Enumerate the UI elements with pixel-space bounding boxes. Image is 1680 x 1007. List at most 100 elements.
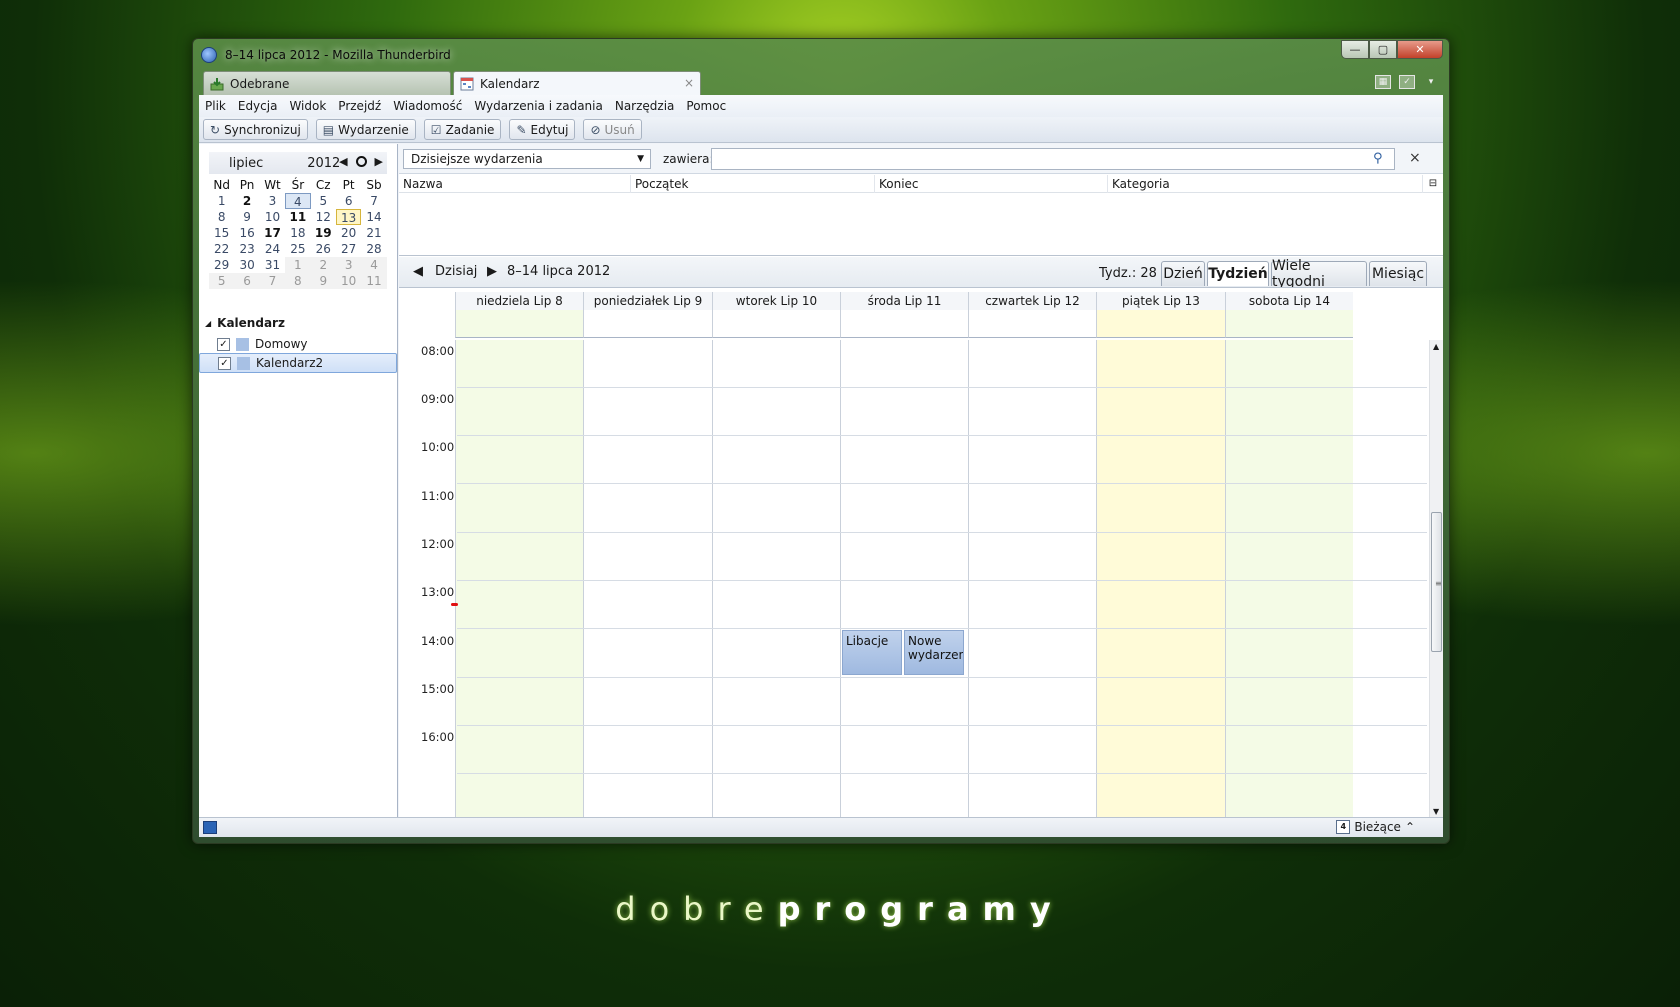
day-cell[interactable]: 22 <box>209 241 234 257</box>
calendar-item-kalendarz2[interactable]: ✓ Kalendarz2 <box>199 353 397 373</box>
chevron-down-icon[interactable]: ▾ <box>1423 75 1439 89</box>
tab-month-view[interactable]: Miesiąc <box>1369 261 1427 286</box>
day-cell[interactable]: 3 <box>260 193 285 209</box>
day-cell[interactable]: 7 <box>361 193 386 209</box>
day-cell[interactable]: 8 <box>209 209 234 225</box>
event-filter-select[interactable]: Dzisiejsze wydarzenia ▼ <box>403 149 651 169</box>
close-button[interactable]: ✕ <box>1397 40 1443 59</box>
task-view-icon[interactable]: ✓ <box>1399 75 1415 89</box>
day-cell[interactable]: 11 <box>285 209 310 225</box>
day-cell[interactable]: 30 <box>234 257 259 273</box>
next-week-icon[interactable]: ▶ <box>487 264 497 279</box>
day-cell-other-month[interactable]: 4 <box>361 257 387 273</box>
day-header[interactable]: wtorek Lip 10 <box>712 292 840 310</box>
day-cell[interactable]: 28 <box>361 241 386 257</box>
day-header[interactable]: poniedziałek Lip 9 <box>583 292 712 310</box>
allday-cell[interactable] <box>968 310 1096 338</box>
day-cell-other-month[interactable]: 5 <box>209 273 235 289</box>
day-cell-today[interactable]: 13 <box>335 209 362 225</box>
day-cell-other-month[interactable]: 10 <box>335 273 362 289</box>
menu-view[interactable]: Widok <box>289 99 326 113</box>
day-header[interactable]: czwartek Lip 12 <box>968 292 1096 310</box>
tab-calendar[interactable]: Kalendarz × <box>453 71 701 95</box>
day-header[interactable]: piątek Lip 13 <box>1096 292 1225 310</box>
day-cell[interactable]: 18 <box>285 225 310 241</box>
day-cell[interactable]: 23 <box>234 241 259 257</box>
today-button[interactable]: Dzisiaj <box>435 264 477 279</box>
menu-events-tasks[interactable]: Wydarzenia i zadania <box>474 99 603 113</box>
day-cell[interactable]: 25 <box>285 241 310 257</box>
tab-week-view[interactable]: Tydzień <box>1207 261 1269 286</box>
menu-edit[interactable]: Edycja <box>238 99 278 113</box>
next-month-icon[interactable]: ▶ <box>375 155 383 168</box>
day-cell[interactable]: 14 <box>361 209 386 225</box>
day-cell[interactable]: 19 <box>311 225 336 241</box>
menu-file[interactable]: Plik <box>205 99 226 113</box>
calendar-view-icon[interactable]: ▦ <box>1375 75 1391 89</box>
day-cell[interactable]: 20 <box>336 225 361 241</box>
calendar-checkbox[interactable]: ✓ <box>218 356 231 370</box>
day-header[interactable]: niedziela Lip 8 <box>455 292 583 310</box>
tab-multiweek-view[interactable]: Wiele tygodni <box>1271 258 1367 290</box>
day-cell-other-month[interactable]: 7 <box>259 273 286 289</box>
column-category[interactable]: Kategoria <box>1108 175 1423 193</box>
day-cell[interactable]: 2 <box>234 193 259 209</box>
calendar-event[interactable]: Libacje <box>842 630 902 675</box>
edit-button[interactable]: ✎ Edytuj <box>509 119 576 140</box>
calendar-checkbox[interactable]: ✓ <box>217 337 230 351</box>
day-cell[interactable]: 1 <box>209 193 234 209</box>
allday-cell[interactable] <box>583 310 712 338</box>
day-column[interactable] <box>1096 340 1225 818</box>
day-column[interactable] <box>968 340 1096 818</box>
day-cell-other-month[interactable]: 6 <box>234 273 260 289</box>
day-column[interactable] <box>1225 340 1353 818</box>
allday-cell[interactable] <box>712 310 840 338</box>
allday-cell[interactable] <box>1096 310 1225 338</box>
column-name[interactable]: Nazwa <box>399 175 631 193</box>
day-cell[interactable]: 27 <box>336 241 361 257</box>
calendar-item-domowy[interactable]: ✓ Domowy <box>199 334 397 354</box>
scrollbar-thumb[interactable]: ≡ <box>1431 512 1442 652</box>
day-cell-other-month[interactable]: 2 <box>310 257 336 273</box>
day-cell-selected[interactable]: 4 <box>285 193 311 209</box>
week-scrollbar[interactable]: ▲ ≡ ▼ <box>1429 340 1443 818</box>
day-cell[interactable]: 9 <box>234 209 259 225</box>
day-column[interactable] <box>583 340 712 818</box>
tab-close-icon[interactable]: × <box>684 76 694 90</box>
allday-cell[interactable] <box>840 310 968 338</box>
day-column[interactable] <box>455 340 583 818</box>
day-cell-other-month[interactable]: 8 <box>285 273 311 289</box>
day-cell-other-month[interactable]: 1 <box>285 257 311 273</box>
collapse-triangle-icon[interactable]: ◢ <box>205 319 211 328</box>
search-icon[interactable]: ⚲ <box>1373 151 1383 166</box>
day-cell[interactable]: 15 <box>209 225 234 241</box>
minimonth-month[interactable]: lipiec <box>229 156 263 171</box>
day-header[interactable]: środa Lip 11 <box>840 292 968 310</box>
day-cell[interactable]: 6 <box>336 193 361 209</box>
sync-button[interactable]: ↻ Synchronizuj <box>203 119 308 140</box>
tab-day-view[interactable]: Dzień <box>1161 261 1205 286</box>
event-search-input[interactable] <box>711 148 1395 170</box>
tab-inbox[interactable]: Odebrane <box>203 71 451 95</box>
column-picker-icon[interactable]: ⊟ <box>1423 175 1443 193</box>
prev-month-icon[interactable]: ◀ <box>339 155 347 168</box>
day-cell-other-month[interactable]: 9 <box>310 273 336 289</box>
menu-go[interactable]: Przejdź <box>338 99 381 113</box>
menu-message[interactable]: Wiadomość <box>393 99 462 113</box>
close-icon[interactable]: × <box>1409 150 1421 166</box>
day-cell[interactable]: 21 <box>361 225 386 241</box>
column-end[interactable]: Koniec <box>875 175 1108 193</box>
delete-button[interactable]: ⊘ Usuń <box>583 119 642 140</box>
day-column[interactable] <box>712 340 840 818</box>
day-cell[interactable]: 26 <box>311 241 336 257</box>
day-cell[interactable]: 12 <box>311 209 336 225</box>
online-status-icon[interactable] <box>203 821 217 834</box>
menu-tools[interactable]: Narzędzia <box>615 99 675 113</box>
maximize-button[interactable]: ▢ <box>1369 40 1397 59</box>
column-start[interactable]: Początek <box>631 175 875 193</box>
day-cell[interactable]: 10 <box>260 209 285 225</box>
day-cell[interactable]: 24 <box>260 241 285 257</box>
today-circle-icon[interactable] <box>355 156 367 167</box>
prev-week-icon[interactable]: ◀ <box>413 264 423 279</box>
day-header[interactable]: sobota Lip 14 <box>1225 292 1353 310</box>
